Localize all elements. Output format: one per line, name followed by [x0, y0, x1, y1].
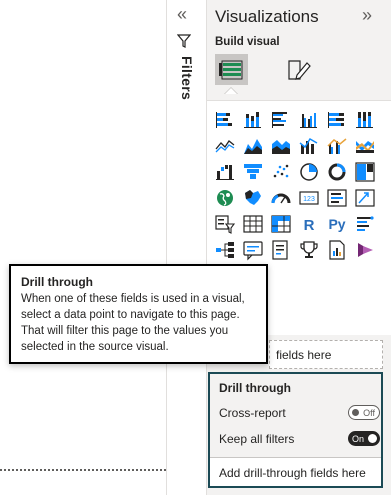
drill-through-tooltip: Drill through When one of these fields i… [9, 264, 268, 364]
cross-report-label: Cross-report [219, 406, 286, 420]
line-clustered-column-icon[interactable] [326, 135, 348, 157]
fields-well-dropzone[interactable]: fields here [269, 340, 383, 369]
slicer-icon[interactable] [214, 213, 236, 235]
filled-map-icon[interactable] [242, 187, 264, 209]
svg-text:123: 123 [303, 196, 315, 203]
drill-through-title: Drill through [219, 381, 291, 395]
area-chart-icon[interactable] [242, 135, 264, 157]
toggle-knob-icon [368, 434, 377, 443]
toggle-knob-icon [352, 409, 359, 416]
map-icon[interactable] [214, 187, 236, 209]
kpi-icon[interactable] [354, 187, 376, 209]
format-visual-button[interactable] [282, 54, 315, 85]
clustered-bar-icon[interactable] [270, 109, 292, 131]
waterfall-icon[interactable] [214, 161, 236, 183]
card-icon[interactable]: 123 [298, 187, 320, 209]
report-canvas[interactable] [0, 0, 166, 495]
visualizations-title: Visualizations [215, 7, 319, 26]
collapse-filters-icon[interactable]: « [177, 4, 187, 25]
decomposition-tree-icon[interactable] [214, 239, 236, 261]
build-visual-button[interactable] [215, 54, 248, 85]
100-column-icon[interactable] [354, 109, 376, 131]
clustered-column-icon[interactable] [298, 109, 320, 131]
smart-narrative-icon[interactable] [270, 239, 292, 261]
ribbon-chart-icon[interactable] [354, 135, 376, 157]
donut-icon[interactable] [326, 161, 348, 183]
svg-text:R: R [304, 217, 315, 234]
filters-label[interactable]: Filters [179, 56, 195, 100]
svg-text:Py: Py [328, 216, 345, 232]
page-boundary-dotted-line [0, 469, 166, 471]
r-visual-icon[interactable]: R [298, 213, 320, 235]
drill-through-panel: Drill through Cross-report Off Keep all … [208, 372, 383, 488]
keep-filters-label: Keep all filters [219, 432, 295, 446]
pie-icon[interactable] [298, 161, 320, 183]
keep-filters-toggle[interactable]: On [348, 431, 380, 446]
qa-icon[interactable] [242, 239, 264, 261]
expand-pane-icon[interactable]: » [362, 5, 372, 26]
tooltip-body: When one of these fields is used in a vi… [21, 293, 245, 353]
treemap-icon[interactable] [354, 161, 376, 183]
100-bar-icon[interactable] [326, 109, 348, 131]
power-apps-icon[interactable] [354, 239, 376, 261]
table-icon[interactable] [242, 213, 264, 235]
tooltip-title: Drill through [21, 275, 93, 289]
filters-pane[interactable]: « Filters [167, 0, 205, 495]
stacked-area-icon[interactable] [270, 135, 292, 157]
filter-funnel-icon [176, 34, 192, 53]
build-visual-label: Build visual [215, 36, 280, 48]
keep-filters-state: On [352, 433, 365, 444]
add-drill-through-fields-dropzone[interactable]: Add drill-through fields here [210, 457, 381, 486]
build-visual-icon [218, 60, 242, 79]
selected-caret [224, 87, 238, 94]
matrix-icon[interactable] [270, 213, 292, 235]
key-influencers-icon[interactable] [354, 213, 376, 235]
stacked-column-icon[interactable] [242, 109, 264, 131]
funnel-icon[interactable] [242, 161, 264, 183]
line-chart-icon[interactable] [214, 135, 236, 157]
gauge-icon[interactable] [270, 187, 292, 209]
stacked-bar-icon[interactable] [214, 109, 236, 131]
format-paint-icon [287, 59, 311, 80]
cross-report-toggle[interactable]: Off [348, 405, 380, 420]
trophy-icon[interactable] [298, 239, 320, 261]
multi-row-card-icon[interactable] [326, 187, 348, 209]
paginated-report-icon[interactable] [326, 239, 348, 261]
cross-report-state: Off [363, 407, 375, 418]
line-column-icon[interactable] [298, 135, 320, 157]
python-visual-icon[interactable]: Py [326, 213, 348, 235]
scatter-icon[interactable] [270, 161, 292, 183]
